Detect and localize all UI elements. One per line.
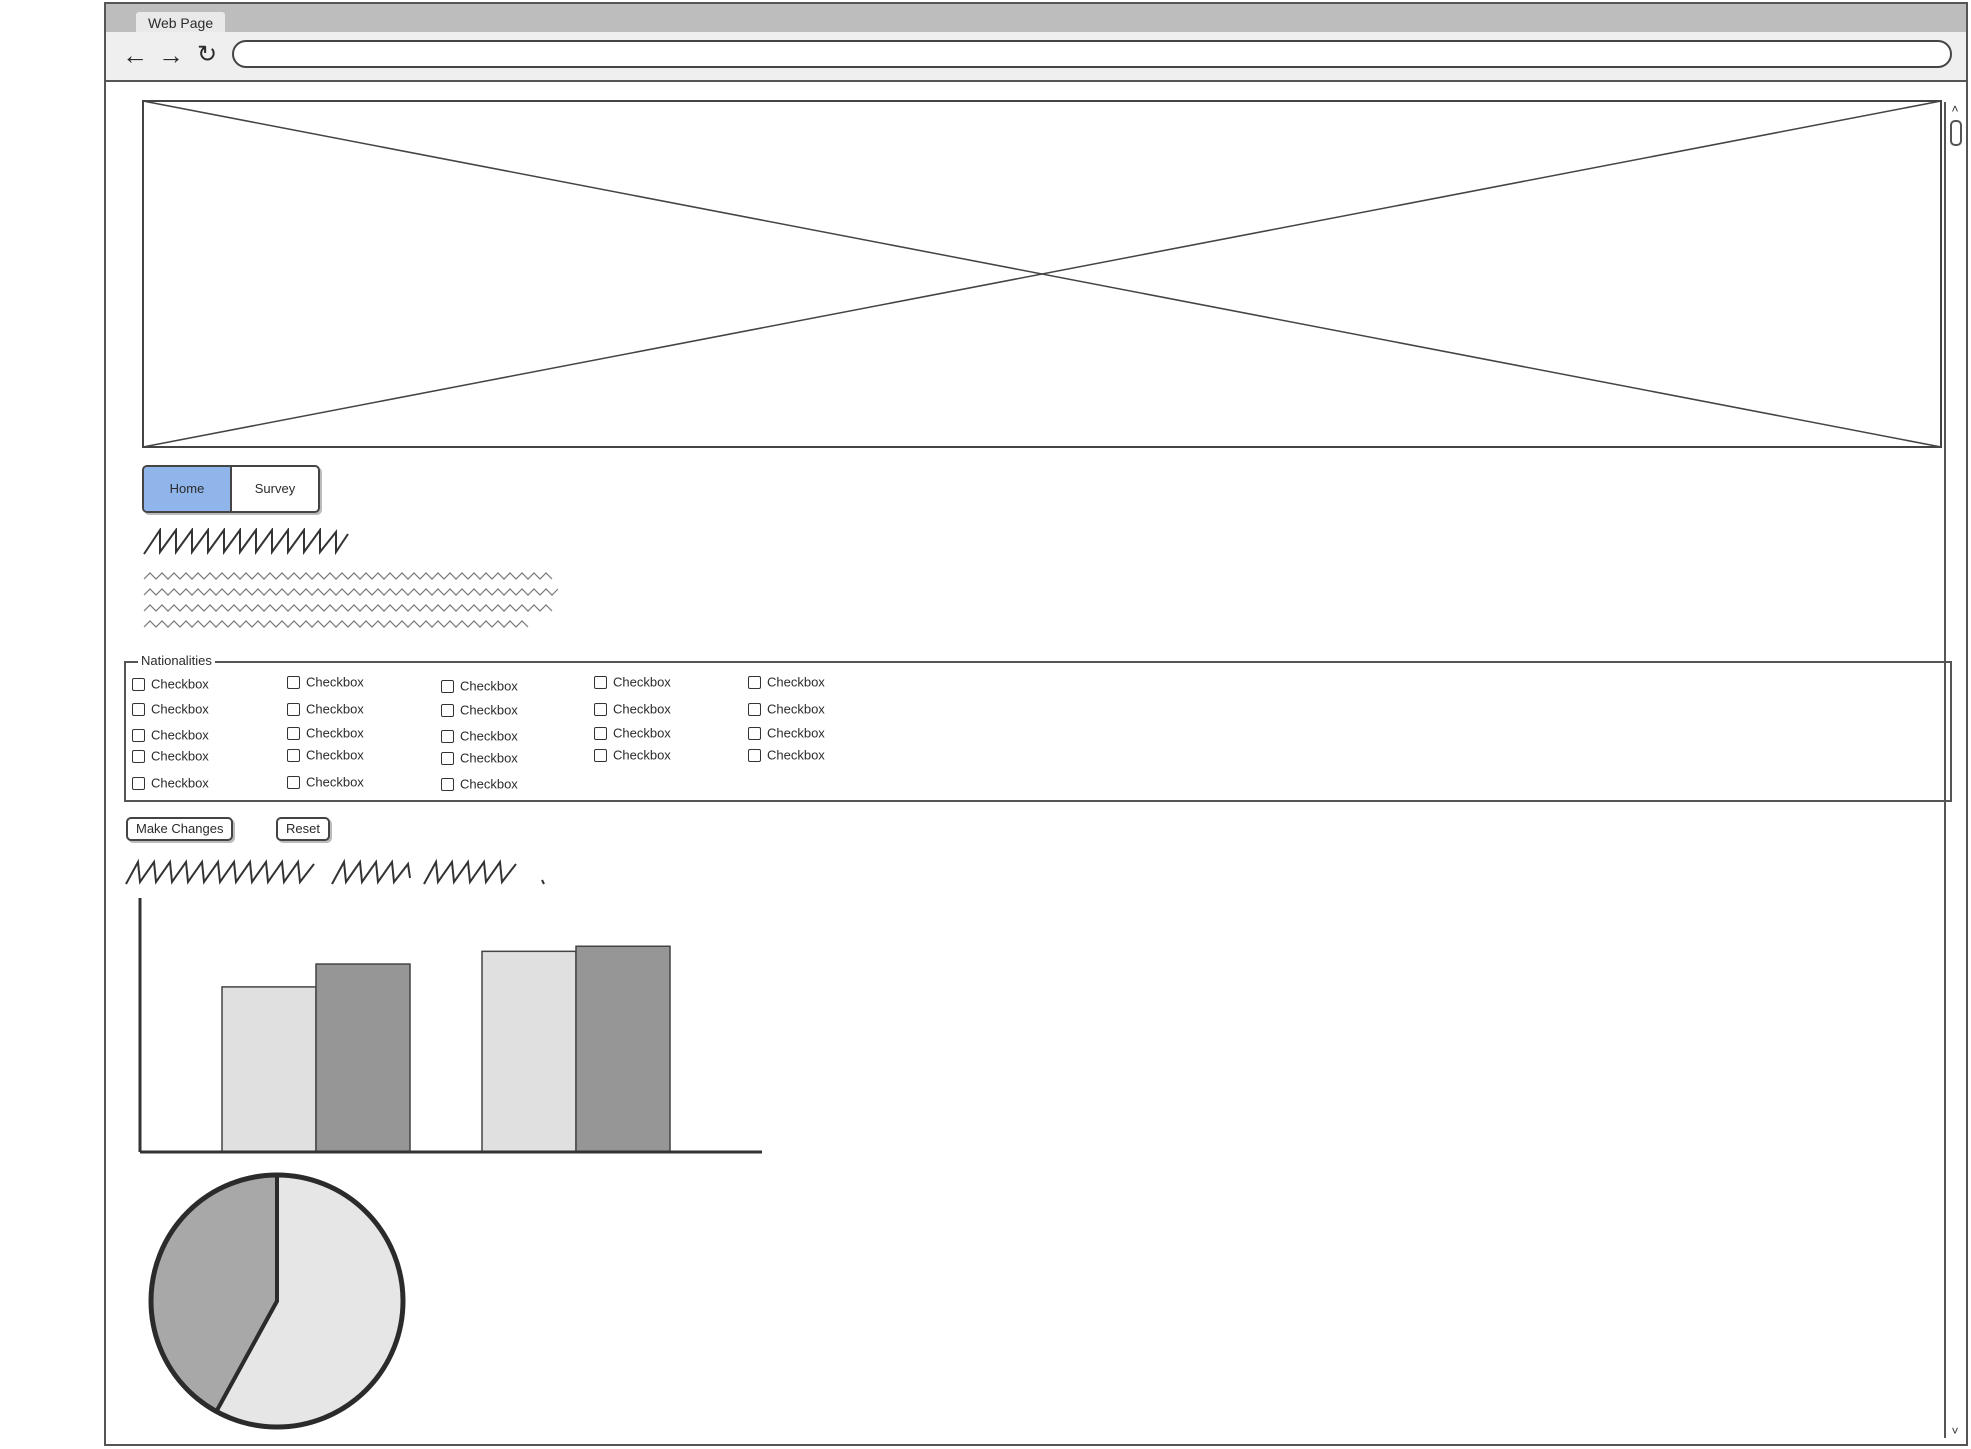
checkbox-label: Checkbox [613,701,671,717]
checkbox-label: Checkbox [460,702,518,718]
checkbox-box[interactable] [132,750,145,764]
nationality-checkbox[interactable]: Checkbox [287,773,364,792]
checkbox-box[interactable] [132,703,145,717]
chevron-down-icon[interactable]: ˅ [1946,1424,1964,1438]
checkbox-box[interactable] [441,704,454,718]
nationality-checkbox[interactable]: Checkbox [594,673,671,692]
checkbox-label: Checkbox [613,747,671,763]
page-content: ˄ ˅ Home Survey Nationalities Checkbox C… [106,82,1966,1444]
scrollbar-thumb[interactable] [1950,120,1962,146]
nationality-checkbox[interactable]: Checkbox [132,747,209,766]
checkbox-label: Checkbox [151,775,209,791]
nav-survey[interactable]: Survey [232,467,318,511]
checkbox-label: Checkbox [306,774,364,790]
checkbox-box[interactable] [287,676,300,690]
checkbox-box[interactable] [594,676,607,690]
nationalities-group: Nationalities Checkbox Checkbox Checkbox Ch… [124,652,1952,802]
bar-mark [575,945,671,1153]
nationality-checkbox[interactable]: Checkbox [441,775,518,794]
checkbox-box[interactable] [287,776,300,790]
nationality-checkbox[interactable]: Checkbox [748,724,825,743]
checkbox-box[interactable] [748,749,761,763]
browser-toolbar: ← → ↻ [106,32,1966,82]
nationality-checkbox[interactable]: Checkbox [441,701,518,720]
paragraph-squiggle [143,572,559,628]
nationality-checkbox[interactable]: Checkbox [132,700,209,719]
checkbox-box[interactable] [287,703,300,717]
nationality-checkbox[interactable]: Checkbox [594,700,671,719]
nationality-checkbox[interactable]: Checkbox [748,673,825,692]
checkbox-box[interactable] [748,703,761,717]
checkbox-label: Checkbox [151,676,209,692]
checkbox-box[interactable] [594,703,607,717]
checkbox-label: Checkbox [767,674,825,690]
subheading-squiggle [125,858,545,885]
checkbox-box[interactable] [441,680,454,694]
checkbox-box[interactable] [132,729,145,743]
checkbox-label: Checkbox [306,747,364,763]
nationality-checkbox[interactable]: Checkbox [441,727,518,746]
nationality-checkbox[interactable]: Checkbox [594,724,671,743]
nationality-checkbox[interactable]: Checkbox [132,675,209,694]
checkbox-box[interactable] [441,778,454,792]
nationality-checkbox[interactable]: Checkbox [748,700,825,719]
checkbox-label: Checkbox [767,725,825,741]
checkbox-box[interactable] [748,727,761,741]
bar-chart [138,898,762,1154]
nationality-checkbox[interactable]: Checkbox [287,724,364,743]
address-bar[interactable] [232,40,1952,68]
checkbox-label: Checkbox [306,725,364,741]
nationality-checkbox[interactable]: Checkbox [132,726,209,745]
nationality-checkbox[interactable]: Checkbox [287,700,364,719]
hero-image-placeholder [142,100,1942,448]
checkbox-label: Checkbox [151,748,209,764]
checkbox-label: Checkbox [767,701,825,717]
nationality-checkbox[interactable]: Checkbox [748,746,825,765]
checkbox-label: Checkbox [151,701,209,717]
checkbox-box[interactable] [287,727,300,741]
bar-mark [481,950,577,1153]
nationality-checkbox[interactable]: Checkbox [441,749,518,768]
checkbox-label: Checkbox [460,728,518,744]
checkbox-label: Checkbox [460,750,518,766]
checkbox-label: Checkbox [460,776,518,792]
nationalities-legend: Nationalities [138,652,215,670]
pie-chart [148,1172,406,1430]
checkbox-box[interactable] [441,752,454,766]
checkbox-label: Checkbox [306,701,364,717]
checkbox-box[interactable] [441,730,454,744]
checkbox-box[interactable] [594,727,607,741]
arrow-right-icon[interactable]: → [154,38,188,72]
nav-button-bar: Home Survey [142,465,320,513]
checkbox-label: Checkbox [613,725,671,741]
nationality-checkbox[interactable]: Checkbox [287,673,364,692]
heading-squiggle [143,528,349,556]
reload-icon[interactable]: ↻ [190,38,224,72]
checkbox-label: Checkbox [151,727,209,743]
checkbox-box[interactable] [132,678,145,692]
nationality-checkbox[interactable]: Checkbox [287,746,364,765]
checkbox-label: Checkbox [613,674,671,690]
nationality-checkbox[interactable]: Checkbox [594,746,671,765]
checkbox-box[interactable] [132,777,145,791]
tab-strip: Web Page [106,4,1966,34]
make-changes-button[interactable]: Make Changes [126,817,234,841]
arrow-left-icon[interactable]: ← [118,38,152,72]
checkbox-box[interactable] [748,676,761,690]
reset-button[interactable]: Reset [276,817,330,841]
browser-tab[interactable]: Web Page [136,12,226,34]
checkbox-label: Checkbox [460,678,518,694]
nav-home[interactable]: Home [144,467,232,511]
bar-mark [221,986,317,1153]
checkbox-box[interactable] [287,749,300,763]
chevron-up-icon[interactable]: ˄ [1946,102,1964,116]
checkbox-label: Checkbox [767,747,825,763]
nationality-checkbox[interactable]: Checkbox [132,774,209,793]
browser-window: Web Page ← → ↻ ˄ ˅ Home Survey Nationali… [104,2,1968,1446]
nationality-checkbox[interactable]: Checkbox [441,677,518,696]
bar-mark [315,963,411,1153]
checkbox-box[interactable] [594,749,607,763]
checkbox-label: Checkbox [306,674,364,690]
